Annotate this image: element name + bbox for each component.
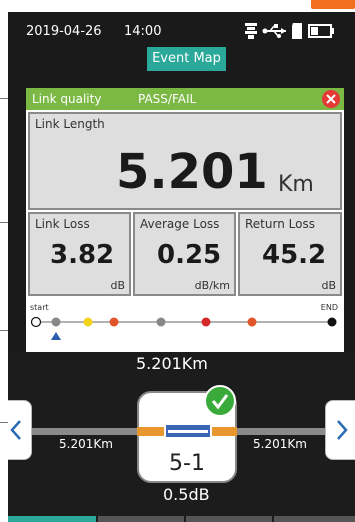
link-quality-label: Link quality (32, 92, 102, 106)
average-loss-box: Average Loss 0.25 dB/km (133, 212, 236, 296)
fiber-left (30, 428, 137, 435)
event-loss: 0.5dB (163, 485, 210, 504)
average-loss-unit: dB/km (194, 279, 230, 292)
left-distance: 5.201Km (59, 437, 113, 451)
return-loss-unit: dB (321, 279, 336, 292)
link-map-marker-red[interactable] (201, 317, 211, 327)
page-title: Event Map (147, 47, 226, 71)
link-map-marker-yellow[interactable] (83, 317, 93, 327)
link-length-value: 5.201 (116, 144, 268, 200)
link-loss-value: 3.82 (50, 240, 115, 270)
results-panel: Link quality PASS/FAIL Link Length 5.201… (26, 88, 344, 352)
link-map-marker-grey[interactable] (51, 317, 61, 327)
status-bar: 2019-04-26 14:00 (8, 12, 355, 52)
link-length-box: Link Length 5.201 Km (28, 112, 342, 210)
connector-core (168, 430, 208, 433)
status-date: 2019-04-26 (26, 24, 102, 39)
average-loss-value: 0.25 (157, 240, 222, 270)
link-map-marker-grey[interactable] (156, 317, 166, 327)
chevron-left-icon (10, 420, 21, 440)
link-map-end-label: END (320, 303, 338, 312)
link-loss-label: Link Loss (35, 217, 90, 231)
link-length-label: Link Length (35, 117, 105, 131)
pass-check-icon (204, 385, 236, 417)
average-loss-label: Average Loss (140, 217, 220, 231)
link-map-marker-end[interactable] (327, 317, 337, 327)
fiber-right (237, 428, 333, 435)
right-distance: 5.201Km (253, 437, 307, 451)
link-loss-box: Link Loss 3.82 dB (28, 212, 131, 296)
usb-icon (262, 24, 286, 38)
link-loss-unit: dB (110, 279, 125, 292)
status-time: 14:00 (124, 24, 162, 39)
lamp-icon (245, 23, 257, 39)
link-map-marker-start[interactable] (30, 316, 42, 328)
link-map[interactable]: start END (28, 298, 342, 348)
tab-indicator-3[interactable] (186, 516, 272, 522)
link-quality-value: PASS/FAIL (138, 92, 197, 106)
link-length-unit: Km (278, 172, 314, 197)
orange-corner-tab (311, 0, 355, 9)
chevron-right-icon (337, 420, 348, 440)
device-screen: 2019-04-26 14:00 Event Map Link quality … (8, 12, 355, 522)
previous-event-button[interactable] (8, 400, 32, 460)
return-loss-label: Return Loss (245, 217, 315, 231)
event-top-distance: 5.201Km (136, 354, 208, 373)
event-id: 5-1 (169, 451, 205, 476)
return-loss-box: Return Loss 45.2 dB (238, 212, 342, 296)
sd-card-icon (292, 23, 302, 39)
tab-indicator-2[interactable] (98, 516, 184, 522)
return-loss-value: 45.2 (262, 240, 327, 270)
tab-indicator-1[interactable] (8, 516, 96, 522)
tab-indicator-4[interactable] (274, 516, 355, 522)
next-event-button[interactable] (325, 400, 355, 460)
link-map-start-label: start (30, 303, 49, 312)
link-map-marker-orange[interactable] (109, 317, 119, 327)
link-map-marker-orange[interactable] (247, 317, 257, 327)
cursor-marker-icon (51, 332, 61, 340)
battery-icon (308, 24, 334, 38)
bottom-tab-strip (8, 516, 355, 522)
link-map-trace (30, 316, 337, 340)
link-quality-bar: Link quality PASS/FAIL (26, 88, 344, 110)
fail-status-icon (322, 90, 340, 108)
